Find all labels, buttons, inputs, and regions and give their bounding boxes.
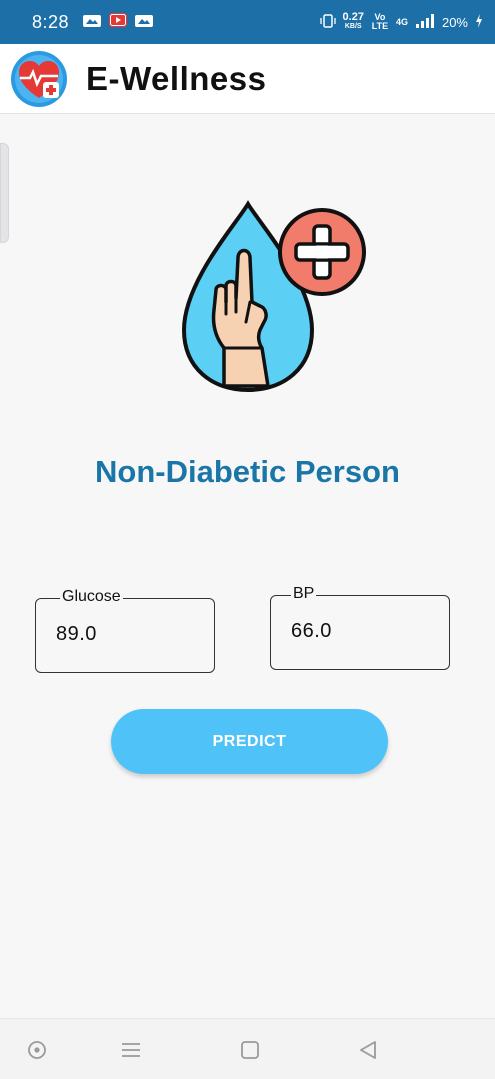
blood-drop-finger-plus-icon	[176, 198, 372, 394]
volte-indicator: Vo LTE	[371, 12, 389, 31]
menu-icon[interactable]	[118, 1037, 144, 1063]
predict-button[interactable]: PREDICT	[111, 709, 388, 774]
home-icon[interactable]	[237, 1037, 263, 1063]
battery-charging-icon	[475, 13, 483, 31]
vibrate-icon	[319, 13, 336, 32]
glucose-value[interactable]: 89.0	[56, 623, 97, 646]
status-time: 8:28	[32, 11, 70, 32]
signal-icon	[415, 13, 435, 31]
back-icon[interactable]	[355, 1037, 381, 1063]
side-drawer-handle[interactable]	[0, 143, 9, 243]
heart-medical-icon	[10, 50, 68, 108]
prediction-result: Non-Diabetic Person	[95, 454, 400, 489]
battery-percent: 20%	[441, 14, 468, 30]
network-type: 4G	[395, 16, 408, 27]
youtube-icon	[109, 12, 128, 32]
navigation-bar	[0, 1018, 495, 1079]
assistant-icon[interactable]	[24, 1037, 50, 1063]
glucose-field[interactable]: Glucose 89.0	[35, 588, 215, 673]
bp-label: BP	[291, 585, 317, 603]
notification-icon	[83, 12, 102, 32]
glucose-label: Glucose	[60, 588, 123, 606]
net-speed: 0.27 KB/S	[342, 11, 364, 31]
bp-value[interactable]: 66.0	[291, 620, 332, 643]
app-bar: E-Wellness	[0, 44, 495, 114]
bp-field[interactable]: BP 66.0	[270, 585, 450, 670]
app-title: E-Wellness	[86, 59, 267, 97]
notification-icon	[135, 12, 154, 32]
status-bar: 8:28 0.27 KB/S Vo LTE 4G 20%	[0, 0, 495, 44]
